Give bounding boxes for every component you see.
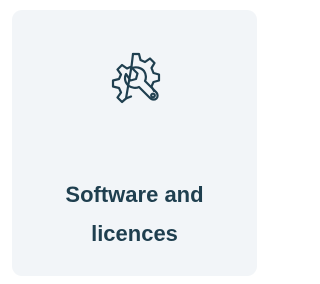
card-title-line-1: Software and bbox=[65, 182, 204, 207]
card-title: Software and licences bbox=[12, 175, 257, 253]
gear-wrench-icon bbox=[104, 48, 168, 112]
card-title-line-2: licences bbox=[91, 221, 178, 246]
software-and-licences-card[interactable]: Software and licences bbox=[12, 10, 257, 276]
